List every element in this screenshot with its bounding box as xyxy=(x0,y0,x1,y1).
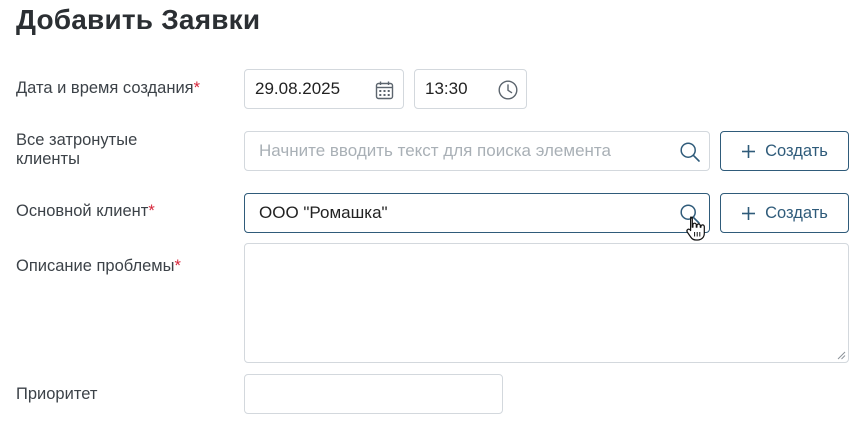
clock-icon[interactable] xyxy=(497,79,519,101)
main-client-field[interactable] xyxy=(244,193,710,233)
affected-clients-search-input[interactable] xyxy=(245,132,709,170)
resize-grip-icon[interactable] xyxy=(837,351,846,360)
create-button-label: Создать xyxy=(765,203,828,222)
calendar-icon[interactable] xyxy=(374,80,395,101)
main-client-input[interactable] xyxy=(245,194,709,232)
description-label-text: Описание проблемы xyxy=(16,257,175,275)
priority-label: Приоритет xyxy=(16,385,98,403)
required-mark: * xyxy=(193,79,201,97)
date-value: 29.08.2025 xyxy=(255,79,341,98)
description-label: Описание проблемы* xyxy=(16,257,181,276)
description-field[interactable] xyxy=(244,243,849,363)
affected-clients-field[interactable] xyxy=(244,131,710,171)
main-client-label: Основной клиент* xyxy=(16,202,155,221)
time-value: 13:30 xyxy=(425,79,468,98)
create-button-label: Создать xyxy=(765,141,828,160)
plus-icon xyxy=(742,144,756,158)
description-textarea[interactable] xyxy=(245,244,848,362)
required-mark: * xyxy=(148,202,155,220)
page-title: Добавить Заявки xyxy=(16,4,261,35)
affected-clients-create-button[interactable]: Создать xyxy=(720,131,849,171)
date-field[interactable]: 29.08.2025 xyxy=(244,69,404,109)
affected-clients-label-line2: клиенты xyxy=(16,150,80,168)
created-label: Дата и время создания* xyxy=(16,79,200,98)
required-mark: * xyxy=(174,257,181,275)
hand-pointer-cursor-icon xyxy=(686,216,705,241)
affected-clients-label: Все затронутые клиенты xyxy=(16,131,137,169)
search-icon[interactable] xyxy=(679,141,701,163)
plus-icon xyxy=(742,206,756,220)
priority-input[interactable] xyxy=(245,375,502,413)
priority-field[interactable] xyxy=(244,374,503,414)
main-client-create-button[interactable]: Создать xyxy=(720,193,849,233)
affected-clients-label-line1: Все затронутые xyxy=(16,131,138,149)
main-client-label-text: Основной клиент xyxy=(16,202,149,220)
time-field[interactable]: 13:30 xyxy=(414,69,527,109)
created-label-text: Дата и время создания xyxy=(16,79,194,97)
